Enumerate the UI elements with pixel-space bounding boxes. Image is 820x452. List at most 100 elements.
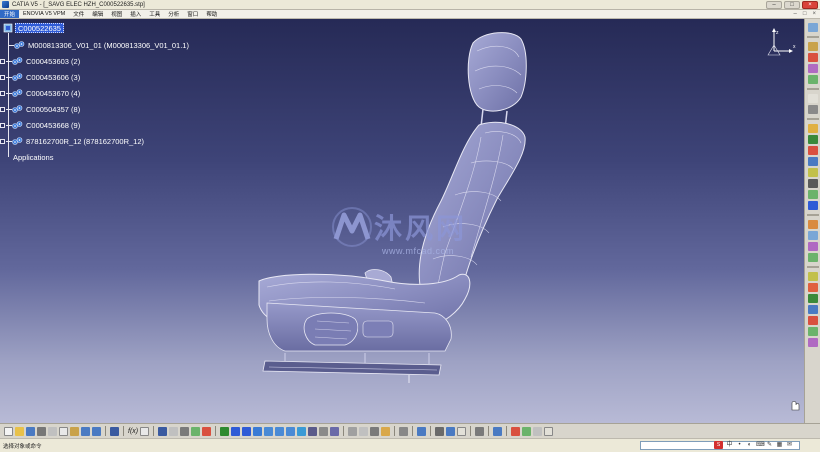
menu-view[interactable]: 视图 bbox=[107, 10, 126, 18]
coincidence-icon[interactable] bbox=[807, 135, 818, 144]
tools-icon[interactable] bbox=[180, 426, 190, 436]
expand-toggle[interactable] bbox=[0, 58, 5, 64]
tree-node[interactable]: C000453670 (4) bbox=[0, 87, 80, 99]
swap-visible-space-icon[interactable] bbox=[330, 426, 340, 436]
menu-tools[interactable]: 工具 bbox=[145, 10, 164, 18]
open-icon[interactable] bbox=[15, 426, 24, 436]
measure-item-icon[interactable] bbox=[435, 426, 445, 436]
render-style-icon[interactable] bbox=[348, 426, 358, 436]
knowledge-icon[interactable] bbox=[191, 426, 201, 436]
bill-of-material-icon[interactable] bbox=[807, 338, 818, 347]
fit-all-icon[interactable] bbox=[231, 426, 241, 436]
ime-handwriting-icon[interactable]: ✎ bbox=[766, 442, 773, 449]
constraint-icon[interactable] bbox=[807, 124, 818, 133]
material-icon[interactable] bbox=[359, 426, 369, 436]
fly-mode-icon[interactable] bbox=[220, 426, 230, 436]
ime-keyboard-icon[interactable]: ⌨ bbox=[756, 442, 765, 449]
clash-icon[interactable] bbox=[807, 242, 818, 251]
rule-icon[interactable] bbox=[202, 426, 212, 436]
menu-help[interactable]: 帮助 bbox=[202, 10, 221, 18]
undo-icon[interactable] bbox=[81, 426, 90, 436]
expand-toggle[interactable] bbox=[0, 138, 5, 144]
explode-icon[interactable] bbox=[807, 220, 818, 229]
comment-icon[interactable] bbox=[140, 426, 150, 436]
ime-skin-icon[interactable]: ✉ bbox=[786, 442, 793, 449]
lock-icon[interactable] bbox=[370, 426, 380, 436]
doc-close-button[interactable]: × bbox=[812, 11, 816, 17]
menu-insert[interactable]: 插入 bbox=[126, 10, 145, 18]
manipulation-icon[interactable] bbox=[807, 94, 818, 103]
menu-file[interactable]: 文件 bbox=[69, 10, 88, 18]
compass-axis-icon[interactable]: z x bbox=[760, 25, 800, 59]
tree-applications-node[interactable]: Applications bbox=[13, 153, 53, 162]
ime-chinese-mode[interactable]: 中 bbox=[726, 442, 733, 449]
pan-icon[interactable] bbox=[242, 426, 252, 436]
rotate-icon[interactable] bbox=[253, 426, 263, 436]
component-icon[interactable] bbox=[807, 53, 818, 62]
formula-button[interactable]: f(x) bbox=[128, 428, 138, 435]
new-icon[interactable] bbox=[4, 426, 13, 436]
quick-constraint-icon[interactable] bbox=[807, 201, 818, 210]
normal-view-icon[interactable] bbox=[286, 426, 296, 436]
publication-icon[interactable] bbox=[807, 316, 818, 325]
tree-root-node[interactable]: C000522635 bbox=[15, 23, 64, 33]
paste-icon[interactable] bbox=[70, 426, 79, 436]
measure-icon[interactable] bbox=[807, 272, 818, 281]
catalog-browser-icon[interactable] bbox=[158, 426, 168, 436]
offset-icon[interactable] bbox=[807, 157, 818, 166]
menu-edit[interactable]: 编辑 bbox=[88, 10, 107, 18]
sketcher-icon[interactable] bbox=[807, 23, 818, 32]
compass-reset-icon[interactable] bbox=[417, 426, 427, 436]
doc-minimize-button[interactable]: – bbox=[794, 11, 797, 17]
iso-view-icon[interactable] bbox=[297, 426, 307, 436]
tree-node[interactable]: C000453603 (2) bbox=[0, 55, 80, 67]
snap-icon[interactable] bbox=[807, 231, 818, 240]
measure-inertia-icon[interactable] bbox=[446, 426, 456, 436]
redo-icon[interactable] bbox=[92, 426, 101, 436]
fix-icon[interactable] bbox=[807, 179, 818, 188]
measure-between-icon[interactable] bbox=[381, 426, 391, 436]
menu-enovia[interactable]: ENOVIA V5 VPM bbox=[19, 11, 69, 17]
3d-viewport[interactable]: C000522635 M000813306_V01_01 (M000813306… bbox=[0, 19, 804, 423]
move-icon[interactable] bbox=[807, 105, 818, 114]
reuse-pattern-icon[interactable] bbox=[807, 327, 818, 336]
existing-component-icon[interactable] bbox=[807, 75, 818, 84]
whats-this-icon[interactable] bbox=[110, 426, 119, 436]
product-icon[interactable] bbox=[807, 42, 818, 51]
zoom-out-icon[interactable] bbox=[275, 426, 285, 436]
shading-icon[interactable] bbox=[308, 426, 318, 436]
expand-toggle[interactable] bbox=[0, 74, 5, 80]
fix-together-icon[interactable] bbox=[807, 190, 818, 199]
scene-icon[interactable] bbox=[807, 294, 818, 303]
sectioning-icon[interactable] bbox=[807, 253, 818, 262]
menu-analysis[interactable]: 分析 bbox=[164, 10, 183, 18]
menu-window[interactable]: 窗口 bbox=[183, 10, 202, 18]
save-icon[interactable] bbox=[26, 426, 35, 436]
annotation-icon[interactable] bbox=[807, 283, 818, 292]
catalog-icon[interactable] bbox=[807, 305, 818, 314]
analysis-icon[interactable] bbox=[533, 426, 543, 436]
tree-node[interactable]: C000453668 (9) bbox=[0, 119, 80, 131]
filter-icon[interactable] bbox=[522, 426, 532, 436]
menu-start[interactable]: 开始 bbox=[0, 10, 20, 18]
zoom-in-icon[interactable] bbox=[264, 426, 274, 436]
cut-icon[interactable] bbox=[48, 426, 57, 436]
ime-toolbox-icon[interactable]: ▦ bbox=[776, 442, 783, 449]
copy-icon[interactable] bbox=[59, 426, 68, 436]
tree-node[interactable]: C000504357 (8) bbox=[0, 103, 80, 115]
apply-material-icon[interactable] bbox=[457, 426, 467, 436]
angle-icon[interactable] bbox=[807, 168, 818, 177]
part-icon[interactable] bbox=[807, 64, 818, 73]
tree-node[interactable]: C000453606 (3) bbox=[0, 71, 80, 83]
print-icon[interactable] bbox=[37, 426, 46, 436]
tree-node[interactable]: M000813306_V01_01 (M000813306_V01_01.1) bbox=[8, 39, 189, 51]
link-icon[interactable] bbox=[475, 426, 485, 436]
contact-icon[interactable] bbox=[807, 146, 818, 155]
hide-show-icon[interactable] bbox=[319, 426, 329, 436]
close-button[interactable]: × bbox=[802, 1, 818, 9]
minimize-button[interactable]: – bbox=[766, 1, 782, 9]
expand-toggle[interactable] bbox=[0, 90, 5, 96]
doc-restore-button[interactable]: □ bbox=[803, 11, 807, 17]
maximize-button[interactable]: □ bbox=[784, 1, 800, 9]
camera-icon[interactable] bbox=[399, 426, 409, 436]
